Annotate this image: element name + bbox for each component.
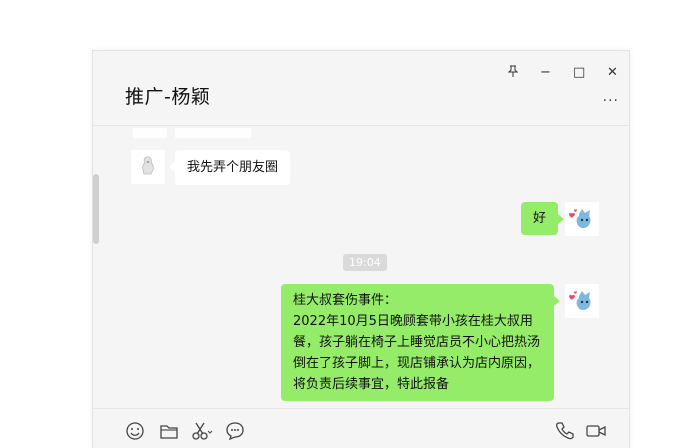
title-bar: 推广-杨颖 − □ ✕ ···	[93, 51, 629, 126]
chat-window: 推广-杨颖 − □ ✕ ··· 我先弄个朋友圈 好 19:04 桂大叔套伤事件：…	[92, 50, 630, 448]
faded-avatar	[133, 128, 167, 138]
video-icon[interactable]	[585, 421, 607, 443]
chat-title: 推广-杨颖	[125, 86, 211, 108]
avatar-figure-icon	[131, 150, 165, 184]
close-button[interactable]: ✕	[607, 65, 618, 80]
cat-avatar-icon	[565, 284, 599, 318]
my-avatar[interactable]	[565, 202, 599, 236]
my-avatar[interactable]	[565, 284, 599, 318]
message-bubble-outgoing-long[interactable]: 桂大叔套伤事件： 2022年10月5日晚顾套带小孩在桂大叔用餐，孩子躺在椅子上睡…	[281, 284, 560, 401]
minimize-button[interactable]: −	[540, 65, 551, 80]
scissors-icon[interactable]	[191, 421, 213, 443]
scrollbar-thumb[interactable]	[93, 174, 99, 244]
pin-icon[interactable]	[507, 65, 519, 81]
message-bubble-outgoing[interactable]: 好	[521, 202, 565, 235]
contact-avatar[interactable]	[131, 150, 165, 184]
faded-bubble	[175, 128, 251, 138]
message-list[interactable]: 我先弄个朋友圈 好 19:04 桂大叔套伤事件： 2022年10月5日晚顾套带小…	[93, 126, 629, 401]
maximize-button[interactable]: □	[573, 65, 585, 80]
message-timestamp: 19:04	[343, 254, 387, 271]
more-options-button[interactable]: ···	[603, 93, 619, 109]
phone-icon[interactable]	[555, 421, 577, 443]
message-bubble-incoming[interactable]: 我先弄个朋友圈	[168, 150, 291, 185]
chat-history-icon[interactable]	[225, 421, 247, 443]
folder-icon[interactable]	[159, 421, 181, 443]
input-toolbar	[93, 408, 629, 448]
cat-avatar-icon	[565, 202, 599, 236]
emoji-icon[interactable]	[125, 421, 147, 443]
